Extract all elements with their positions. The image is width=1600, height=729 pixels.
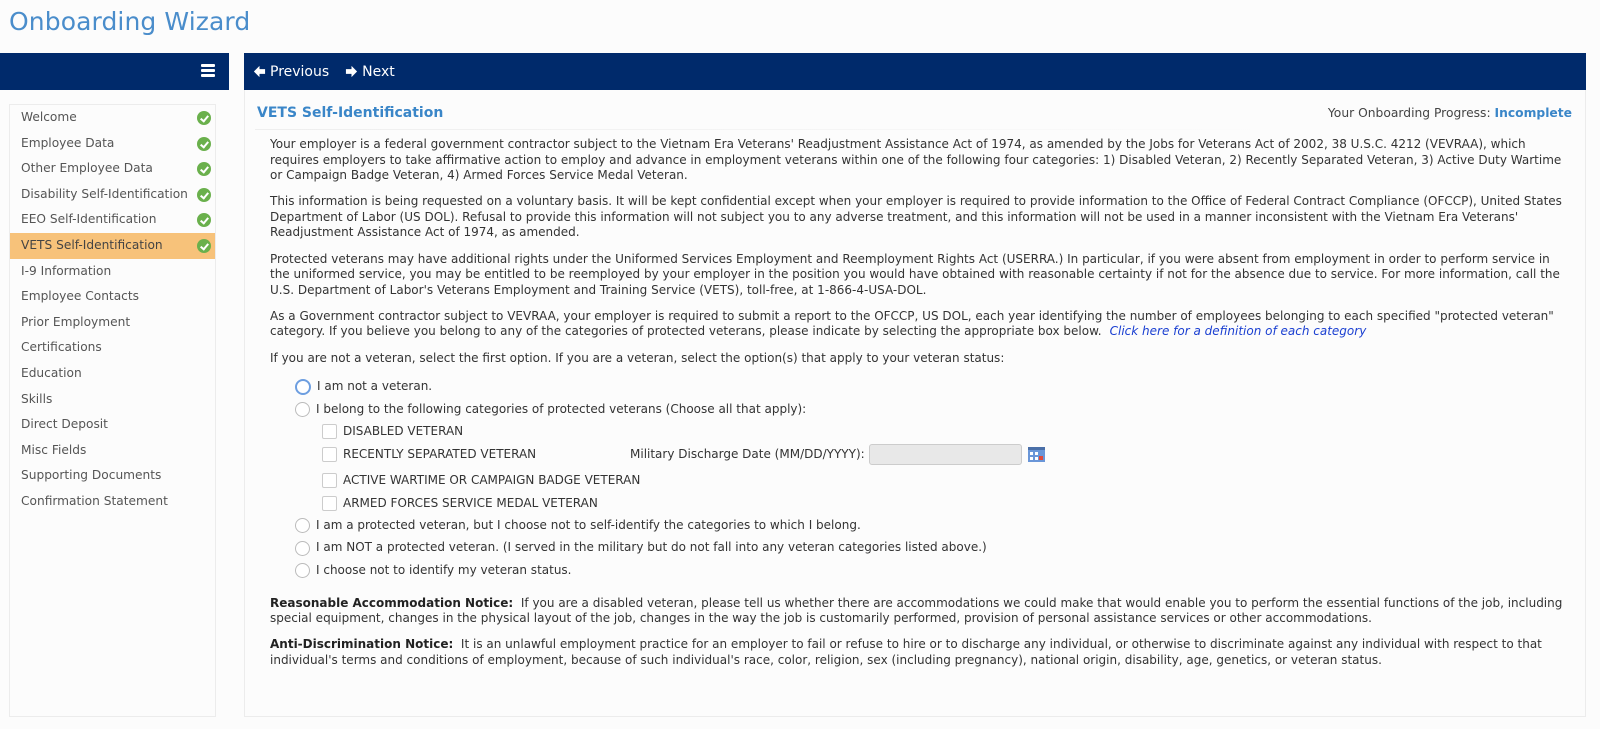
sidebar-item[interactable]: Employee Contacts: [10, 284, 215, 310]
previous-button[interactable]: Previous: [253, 64, 329, 80]
intro-paragraph: Your employer is a federal government co…: [270, 137, 1562, 183]
option-label: I choose not to identify my veteran stat…: [316, 562, 572, 577]
sidebar-item[interactable]: Prior Employment: [10, 310, 215, 336]
discrimination-notice: Anti-Discrimination Notice: It is an unl…: [270, 637, 1570, 668]
discrimination-notice-text: It is an unlawful employment practice fo…: [270, 637, 1542, 667]
category-active-wartime[interactable]: ACTIVE WARTIME OR CAMPAIGN BADGE VETERAN: [270, 468, 1570, 494]
radio-belong-categories[interactable]: [295, 402, 310, 418]
radio-not-veteran[interactable]: [295, 379, 311, 396]
sidebar-item[interactable]: Direct Deposit: [10, 412, 215, 438]
voluntary-paragraph: This information is being requested on a…: [270, 194, 1562, 240]
sidebar-item-label: Direct Deposit: [21, 417, 108, 432]
wizard-toolbar: Previous Next: [244, 53, 1586, 90]
sidebar-item[interactable]: Employee Data: [10, 131, 215, 157]
checkbox-disabled-veteran[interactable]: [322, 423, 337, 439]
discharge-date-label: Military Discharge Date (MM/DD/YYYY):: [630, 447, 865, 462]
title-divider: [255, 129, 1285, 130]
definition-link[interactable]: Click here for a definition of each cate…: [1110, 324, 1367, 338]
veteran-status-options: I am not a veteran. I belong to the foll…: [270, 376, 1570, 581]
checkbox-active-wartime[interactable]: [322, 472, 337, 488]
option-label: I am NOT a protected veteran. (I served …: [316, 540, 987, 555]
check-circle-icon: [197, 238, 211, 253]
onboarding-progress: Your Onboarding Progress: Incomplete: [1328, 106, 1572, 120]
category-armed-forces-medal[interactable]: ARMED FORCES SERVICE MEDAL VETERAN: [270, 493, 1570, 515]
check-circle-icon: [197, 213, 211, 228]
sidebar-item[interactable]: EEO Self-Identification: [10, 207, 215, 233]
previous-label: Previous: [270, 63, 330, 80]
sidebar-item[interactable]: I-9 Information: [10, 259, 215, 285]
option-protected-no-identify[interactable]: I am a protected veteran, but I choose n…: [270, 515, 1570, 537]
form-content: Your employer is a federal government co…: [270, 137, 1570, 679]
hamburger-menu-icon[interactable]: [201, 64, 215, 78]
sidebar-item-label: Employee Data: [21, 135, 115, 150]
sidebar-item-label: Other Employee Data: [21, 161, 153, 176]
section-title: VETS Self-Identification: [257, 105, 444, 121]
option-label: I am not a veteran.: [317, 379, 433, 394]
radio-protected-no-identify[interactable]: [295, 518, 310, 534]
sidebar-item-label: VETS Self-Identification: [21, 237, 163, 252]
sidebar-nav: Welcome Employee Data Other Employee Data D…: [9, 104, 216, 717]
option-label: I am a protected veteran, but I choose n…: [316, 518, 861, 533]
sidebar-item[interactable]: Other Employee Data: [10, 156, 215, 182]
sidebar-item[interactable]: Education: [10, 361, 215, 387]
option-choose-not[interactable]: I choose not to identify my veteran stat…: [270, 559, 1570, 581]
next-button[interactable]: Next: [345, 64, 395, 80]
discharge-date-group: Military Discharge Date (MM/DD/YYYY):: [630, 442, 1045, 468]
sidebar-item-label: Skills: [21, 391, 53, 406]
accommodation-notice: Reasonable Accommodation Notice: If you …: [270, 596, 1570, 627]
sidebar-item[interactable]: Supporting Documents: [10, 463, 215, 489]
sidebar-item[interactable]: Confirmation Statement: [10, 489, 215, 515]
discrimination-notice-title: Anti-Discrimination Notice:: [270, 637, 454, 652]
calendar-icon[interactable]: [1027, 447, 1045, 463]
sidebar-item-label: I-9 Information: [21, 263, 112, 278]
arrow-left-icon: [253, 65, 266, 78]
next-label: Next: [362, 63, 395, 80]
sidebar-item-label: Employee Contacts: [21, 289, 140, 304]
sidebar-item[interactable]: Certifications: [10, 335, 215, 361]
check-circle-icon: [197, 111, 211, 125]
option-not-protected[interactable]: I am NOT a protected veteran. (I served …: [270, 537, 1570, 559]
sidebar-item[interactable]: Skills: [10, 387, 215, 413]
sidebar-item-label: Education: [21, 365, 82, 380]
main-panel: VETS Self-Identification Your Onboarding…: [244, 90, 1586, 717]
sidebar-item[interactable]: Welcome: [10, 105, 215, 131]
check-circle-icon: [197, 136, 211, 151]
app-title: Onboarding Wizard: [9, 7, 251, 36]
sidebar-item-label: Misc Fields: [21, 442, 87, 457]
category-label: ARMED FORCES SERVICE MEDAL VETERAN: [343, 496, 598, 511]
category-label: DISABLED VETERAN: [343, 423, 464, 438]
sidebar-item-label: Prior Employment: [21, 314, 131, 329]
radio-not-protected[interactable]: [295, 540, 310, 556]
sidebar-item-label: Certifications: [21, 340, 102, 355]
sidebar-header: [0, 53, 229, 90]
discharge-date-input[interactable]: [868, 444, 1022, 466]
sidebar-item-label: Disability Self-Identification: [21, 186, 188, 201]
category-label: ACTIVE WARTIME OR CAMPAIGN BADGE VETERAN: [343, 472, 641, 487]
checkbox-armed-forces-medal[interactable]: [322, 496, 337, 512]
sidebar-item[interactable]: Disability Self-Identification: [10, 182, 215, 208]
instruction-text: If you are not a veteran, select the fir…: [270, 350, 1005, 365]
checkbox-recently-separated[interactable]: [322, 447, 337, 463]
progress-status: Incomplete: [1494, 106, 1572, 120]
sidebar-item-label: Confirmation Statement: [21, 493, 168, 508]
option-belong-categories[interactable]: I belong to the following categories of …: [270, 398, 1570, 420]
sidebar-item[interactable]: Misc Fields: [10, 438, 215, 464]
category-disabled-veteran[interactable]: DISABLED VETERAN: [270, 421, 1570, 443]
option-not-veteran[interactable]: I am not a veteran.: [270, 376, 1570, 398]
arrow-right-icon: [346, 65, 358, 78]
progress-label: Your Onboarding Progress:: [1327, 106, 1491, 120]
sidebar-item[interactable]: VETS Self-Identification: [10, 232, 215, 259]
userra-paragraph: Protected veterans may have additional r…: [270, 251, 1560, 297]
sidebar-item-label: Supporting Documents: [21, 468, 162, 483]
check-circle-icon: [197, 187, 211, 202]
radio-choose-not[interactable]: [295, 562, 310, 578]
sidebar-item-label: EEO Self-Identification: [21, 212, 157, 227]
category-recently-separated[interactable]: RECENTLY SEPARATED VETERAN Military Disc…: [270, 442, 1570, 468]
report-paragraph: As a Government contractor subject to VE…: [270, 309, 1570, 340]
accommodation-notice-title: Reasonable Accommodation Notice:: [270, 595, 514, 610]
sidebar-item-label: Welcome: [21, 110, 77, 124]
option-label: I belong to the following categories of …: [316, 401, 807, 416]
category-label: RECENTLY SEPARATED VETERAN: [343, 447, 537, 462]
check-circle-icon: [197, 162, 211, 177]
